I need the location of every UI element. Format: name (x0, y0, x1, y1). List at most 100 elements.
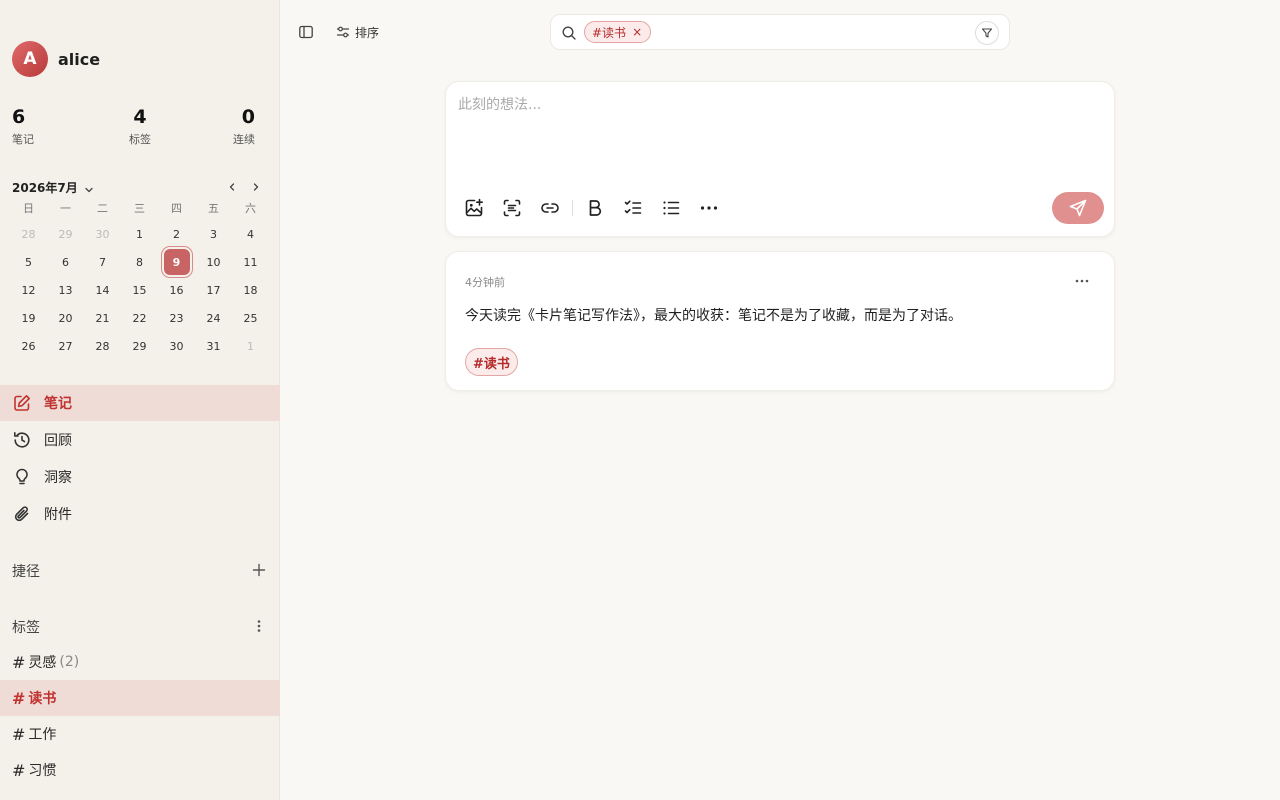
calendar-day[interactable]: 20 (47, 304, 84, 332)
insert-link-button[interactable] (539, 197, 561, 219)
avatar[interactable]: A (12, 41, 48, 77)
scan-text-button[interactable] (501, 197, 523, 219)
calendar-day-number: 12 (21, 283, 36, 297)
search-bar[interactable]: #读书 × (550, 14, 1010, 50)
calendar-day-number: 28 (95, 339, 110, 353)
toggle-sidebar-button[interactable] (298, 22, 314, 42)
send-icon (1069, 199, 1087, 217)
image-add-icon (465, 198, 483, 217)
calendar-day[interactable]: 17 (195, 276, 232, 304)
nav-item-review[interactable]: 回顾 (0, 422, 280, 458)
checklist-button[interactable] (622, 197, 644, 219)
calendar-day[interactable]: 29 (121, 332, 158, 360)
calendar-weekday: 日 (23, 202, 34, 215)
calendar-day-number: 20 (58, 311, 73, 325)
lightbulb-icon (12, 467, 32, 487)
calendar-day[interactable]: 11 (232, 248, 269, 276)
chevron-down-icon[interactable] (83, 181, 95, 193)
memo-menu-button[interactable] (1072, 271, 1092, 291)
calendar-day[interactable]: 18 (232, 276, 269, 304)
nav-item-attachments[interactable]: 附件 (0, 496, 280, 532)
nav-item-label: 回顾 (44, 433, 72, 449)
calendar-day[interactable]: 28 (84, 332, 121, 360)
calendar-day[interactable]: 30 (84, 220, 121, 248)
filter-button[interactable] (975, 21, 999, 45)
calendar-day-number: 5 (25, 255, 32, 269)
calendar-day[interactable]: 22 (121, 304, 158, 332)
link-icon (541, 203, 559, 213)
calendar-day[interactable]: 24 (195, 304, 232, 332)
calendar-day[interactable]: 1 (121, 220, 158, 248)
bullet-list-button[interactable] (660, 197, 682, 219)
calendar-day[interactable]: 8 (121, 248, 158, 276)
calendar-day[interactable]: 30 (158, 332, 195, 360)
sliders-icon (336, 26, 350, 38)
close-icon[interactable]: × (632, 25, 642, 39)
user-profile[interactable]: A alice (12, 41, 100, 77)
search-filter-chip[interactable]: #读书 × (584, 21, 652, 43)
add-shortcut-button[interactable] (249, 560, 269, 580)
calendar-weekday: 五 (208, 202, 219, 215)
calendar-day[interactable]: 19 (10, 304, 47, 332)
shortcuts-title: 捷径 (12, 564, 40, 580)
more-tools-button[interactable] (698, 197, 720, 219)
nav-item-insights[interactable]: 洞察 (0, 459, 280, 495)
calendar-day[interactable]: 27 (47, 332, 84, 360)
stat-tags: 4 标签 (118, 106, 162, 147)
username: alice (58, 49, 101, 69)
calendar-day-number: 26 (21, 339, 36, 353)
stat-tags-value: 4 (133, 106, 147, 128)
nav-item-notes[interactable]: 笔记 (0, 385, 280, 421)
tag-item-work[interactable]: # 工作 (0, 716, 280, 752)
calendar-day[interactable]: 7 (84, 248, 121, 276)
calendar-day[interactable]: 15 (121, 276, 158, 304)
tag-item-habit[interactable]: # 习惯 (0, 752, 280, 788)
calendar-day-number: 25 (243, 311, 258, 325)
calendar-day[interactable]: 31 (195, 332, 232, 360)
memo-input[interactable] (458, 94, 1098, 174)
calendar-day-today[interactable]: 9 (158, 248, 195, 276)
tag-item-reading[interactable]: # 读书 (0, 680, 280, 716)
calendar-day[interactable]: 5 (10, 248, 47, 276)
tags-menu-button[interactable] (249, 616, 269, 636)
memo-timestamp: 4分钟前 (465, 276, 505, 289)
calendar-day[interactable]: 10 (195, 248, 232, 276)
calendar-day-number: 1 (136, 227, 143, 241)
calendar-day[interactable]: 3 (195, 220, 232, 248)
tag-item-inspiration[interactable]: # 灵感 (2) (0, 644, 280, 680)
history-icon (12, 430, 32, 450)
calendar-day[interactable]: 4 (232, 220, 269, 248)
calendar-next-button[interactable] (248, 179, 264, 195)
calendar-day[interactable]: 21 (84, 304, 121, 332)
sort-button[interactable]: 排序 (336, 22, 379, 42)
send-button[interactable] (1052, 192, 1104, 224)
insert-image-button[interactable] (463, 197, 485, 219)
calendar-day-number: 24 (206, 311, 221, 325)
more-vertical-icon (257, 620, 261, 632)
calendar-day[interactable]: 12 (10, 276, 47, 304)
calendar-day[interactable]: 2 (158, 220, 195, 248)
bold-button[interactable] (584, 197, 606, 219)
tag-name: 工作 (28, 727, 57, 743)
calendar-day[interactable]: 29 (47, 220, 84, 248)
stat-notes: 6 笔记 (12, 106, 34, 147)
hash-icon: # (12, 688, 26, 708)
calendar-day[interactable]: 1 (232, 332, 269, 360)
calendar-day[interactable]: 26 (10, 332, 47, 360)
calendar-prev-button[interactable] (224, 179, 240, 195)
memo-content: 今天读完《卡片笔记写作法》，最大的收获：笔记不是为了收藏，而是为了对话。 (465, 308, 962, 324)
calendar-day[interactable]: 6 (47, 248, 84, 276)
calendar-day[interactable]: 25 (232, 304, 269, 332)
calendar-day[interactable]: 13 (47, 276, 84, 304)
calendar-day[interactable]: 28 (10, 220, 47, 248)
calendar-day[interactable]: 23 (158, 304, 195, 332)
calendar-day-number: 18 (243, 283, 258, 297)
calendar-day[interactable]: 14 (84, 276, 121, 304)
calendar-day[interactable]: 16 (158, 276, 195, 304)
calendar-day-number: 21 (95, 311, 110, 325)
stat-streak-value: 0 (241, 106, 255, 128)
hash-icon: # (12, 652, 26, 672)
memo-tag[interactable]: #读书 (465, 348, 518, 376)
nav-item-label: 笔记 (44, 396, 72, 412)
calendar-month-label[interactable]: 2026年7月 (12, 179, 78, 196)
